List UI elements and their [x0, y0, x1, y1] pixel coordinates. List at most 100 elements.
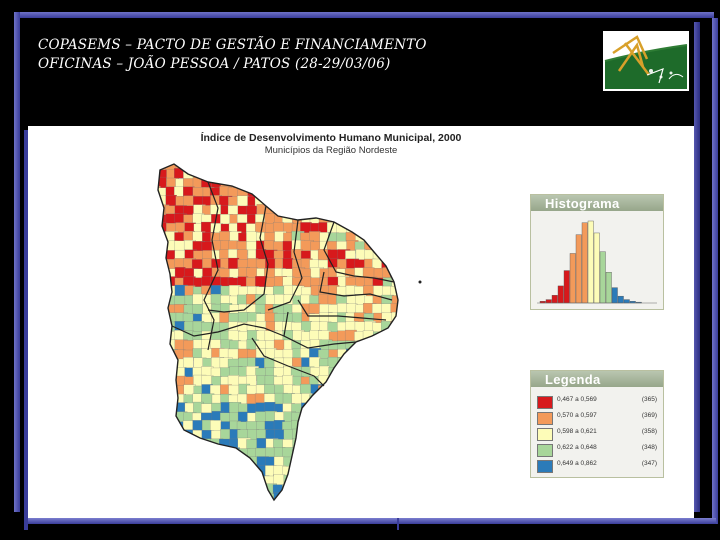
municipality-cell: [326, 164, 338, 174]
municipality-cell: [363, 196, 375, 210]
municipality-cell: [345, 421, 358, 435]
municipality-cell: [355, 187, 367, 199]
municipality-cell: [328, 421, 341, 435]
municipality-cell: [310, 412, 323, 426]
municipality-cell: [193, 512, 204, 515]
municipality-cell: [337, 430, 349, 442]
municipality-cell: [247, 475, 258, 487]
slide-header: COPASEMS – PACTO DE GESTÃO E FINANCIAMEN…: [38, 36, 427, 74]
municipality-cell: [408, 385, 419, 396]
municipality-cell: [228, 484, 241, 496]
municipality-cell: [158, 421, 170, 435]
municipality-cell: [328, 447, 342, 461]
municipality-cell: [363, 349, 376, 362]
municipality-cell: [273, 187, 284, 199]
municipality-cell: [382, 438, 394, 450]
legend-swatch: [537, 428, 553, 441]
municipality-cell: [400, 196, 411, 209]
municipality-cell: [419, 303, 428, 313]
municipality-cell: [409, 170, 422, 181]
municipality-cell: [166, 511, 178, 515]
municipality-cell: [419, 294, 428, 304]
municipality-cell: [165, 429, 179, 443]
municipality-cell: [363, 430, 376, 444]
municipality-cell: [427, 215, 428, 228]
municipality-cell: [427, 323, 428, 336]
municipality-cell: [327, 429, 340, 443]
municipality-cell: [409, 403, 422, 415]
municipality-cell: [301, 512, 311, 515]
municipality-cell: [327, 491, 340, 500]
municipality-cell: [336, 164, 348, 172]
municipality-cell: [400, 267, 411, 280]
municipality-cell: [319, 456, 333, 470]
municipality-cell: [300, 411, 312, 424]
histogram-bar: [551, 295, 558, 304]
municipality-cell: [158, 358, 159, 371]
municipality-cell: [174, 474, 187, 486]
municipality-cell: [363, 177, 376, 190]
histogram-bar: [563, 270, 570, 304]
municipality-cell: [318, 411, 329, 423]
municipality-cell: [237, 502, 247, 513]
municipality-cell: [400, 503, 412, 513]
municipality-cell: [362, 267, 375, 279]
municipality-cell: [409, 331, 421, 342]
municipality-cell: [364, 213, 375, 227]
municipality-cell: [409, 268, 420, 278]
municipality-cell: [192, 457, 203, 470]
legend-count: (365): [641, 396, 657, 403]
municipality-cell: [418, 314, 428, 326]
municipality-cell: [301, 402, 313, 414]
municipality-cell: [400, 322, 411, 333]
municipality-cell: [354, 475, 368, 487]
municipality-cell: [427, 358, 428, 370]
municipality-cell: [238, 511, 248, 515]
municipality-cell: [427, 431, 428, 442]
municipality-cell: [158, 358, 169, 370]
municipality-cell: [309, 177, 322, 190]
municipality-cell: [284, 502, 297, 513]
municipality-cell: [158, 367, 161, 381]
municipality-cell: [417, 250, 427, 261]
municipality-cell: [427, 294, 428, 306]
municipality-cell: [373, 503, 385, 514]
municipality-cell: [419, 492, 428, 502]
municipality-cell: [211, 503, 221, 513]
municipality-cell: [193, 164, 205, 171]
municipality-cell: [183, 448, 195, 461]
municipality-cell: [409, 466, 421, 478]
municipality-cell: [328, 483, 340, 496]
municipality-cell: [409, 375, 420, 387]
municipality-cell: [417, 240, 428, 252]
header-line-2: OFICINAS – JOÃO PESSOA / PATOS (28-29/03…: [38, 56, 391, 72]
municipality-cell: [408, 411, 420, 421]
municipality-cell: [372, 511, 384, 515]
municipality-cell: [310, 430, 322, 444]
municipality-cell: [192, 492, 206, 500]
municipality-cell: [390, 385, 398, 399]
municipality-cell: [158, 249, 160, 261]
municipality-cell: [372, 475, 385, 486]
municipality-cell: [345, 483, 358, 497]
municipality-cell: [281, 204, 293, 217]
municipality-cell: [391, 456, 398, 468]
municipality-cell: [310, 402, 324, 415]
municipality-cell: [391, 403, 398, 414]
municipality-cell: [410, 349, 422, 359]
municipality-cell: [409, 511, 420, 515]
municipality-cell: [400, 259, 412, 271]
municipality-cell: [418, 178, 428, 188]
municipality-cell: [299, 448, 312, 461]
municipality-cell: [266, 510, 279, 515]
municipality-cell: [418, 331, 428, 344]
municipality-cell: [401, 240, 414, 251]
municipality-cell: [363, 483, 376, 496]
municipality-cell: [148, 502, 158, 514]
municipality-cell: [373, 393, 386, 407]
municipality-cell: [308, 196, 322, 207]
municipality-cell: [201, 483, 214, 496]
municipality-cell: [300, 168, 314, 181]
municipality-cell: [345, 187, 357, 199]
municipality-cell: [400, 314, 413, 327]
